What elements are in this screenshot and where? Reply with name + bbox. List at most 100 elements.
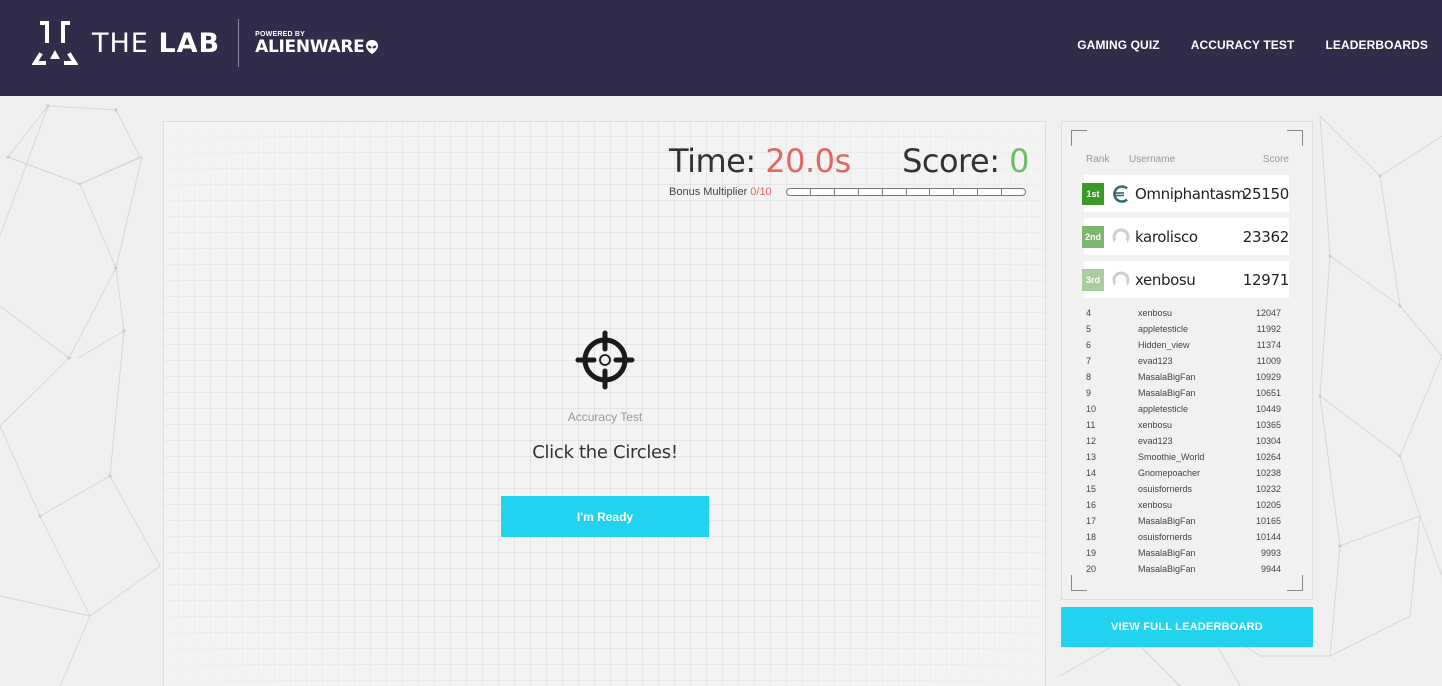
leaderboard-row[interactable]: 18 osuisfornerds 10144 bbox=[1086, 529, 1281, 545]
bonus-segment bbox=[883, 189, 907, 195]
leaderboard-row[interactable]: 6 Hidden_view 11374 bbox=[1086, 337, 1281, 353]
leaderboard-row[interactable]: 11 xenbosu 10365 bbox=[1086, 417, 1281, 433]
leaderboard-top-row[interactable]: 3rd xenbosu 12971 bbox=[1082, 261, 1289, 298]
bonus-progress-bar bbox=[786, 188, 1026, 196]
header-score: Score bbox=[1262, 154, 1289, 165]
score: 10232 bbox=[1255, 484, 1281, 494]
bonus-segment bbox=[859, 189, 883, 195]
im-ready-button[interactable]: I'm Ready bbox=[501, 496, 709, 537]
rank-badge-2nd: 2nd bbox=[1082, 225, 1104, 248]
leaderboard-row[interactable]: 9 MasalaBigFan 10651 bbox=[1086, 385, 1281, 401]
leaderboard-row[interactable]: 13 Smoothie_World 10264 bbox=[1086, 449, 1281, 465]
username: osuisfornerds bbox=[1138, 484, 1193, 494]
rank: 7 bbox=[1086, 356, 1092, 366]
leaderboard-row[interactable]: 15 osuisfornerds 10232 bbox=[1086, 481, 1281, 497]
powered-by-alienware: POWERED BY ALIENWARE bbox=[255, 31, 379, 56]
score: 23362 bbox=[1242, 227, 1290, 246]
main-nav: GAMING QUIZ ACCURACY TEST LEADERBOARDS bbox=[1077, 38, 1428, 52]
username: MasalaBigFan bbox=[1138, 516, 1196, 526]
score: 10144 bbox=[1255, 532, 1281, 542]
score-value: 0 bbox=[1009, 142, 1029, 180]
rank: 6 bbox=[1086, 340, 1092, 350]
username: xenbosu bbox=[1138, 500, 1173, 510]
username: Smoothie_World bbox=[1138, 452, 1205, 462]
game-subtitle: Accuracy Test bbox=[567, 410, 643, 424]
score: 10304 bbox=[1255, 436, 1281, 446]
username: Omniphantasm bbox=[1135, 184, 1246, 203]
rank: 20 bbox=[1086, 564, 1097, 574]
time-label: Time: bbox=[669, 142, 766, 180]
bonus-segment bbox=[954, 189, 979, 195]
header-rank: Rank bbox=[1086, 154, 1110, 165]
score: 25150 bbox=[1242, 184, 1290, 203]
leaderboard-row[interactable]: 19 MasalaBigFan 9993 bbox=[1086, 545, 1281, 561]
score: 11992 bbox=[1256, 324, 1281, 334]
nav-accuracy-test[interactable]: ACCURACY TEST bbox=[1191, 38, 1295, 52]
rank: 17 bbox=[1086, 516, 1097, 526]
rank: 12 bbox=[1086, 436, 1097, 446]
rank: 8 bbox=[1086, 372, 1092, 382]
score-label: Score: bbox=[902, 142, 1010, 180]
leaderboard-top-row[interactable]: 2nd karolisco 23362 bbox=[1082, 218, 1290, 255]
bonus-label: Bonus Multiplier bbox=[669, 186, 748, 198]
brand-logo[interactable]: THE LAB POWERED BY ALIENWARE bbox=[32, 18, 379, 68]
score: 11009 bbox=[1256, 356, 1281, 366]
leaderboard-row[interactable]: 17 MasalaBigFan 10165 bbox=[1086, 513, 1281, 529]
score: 11374 bbox=[1256, 340, 1281, 350]
score-display: Score: 0 bbox=[902, 142, 1029, 180]
score: 10238 bbox=[1255, 468, 1281, 478]
bonus-segment bbox=[835, 189, 859, 195]
bonus-segment bbox=[930, 189, 955, 195]
leaderboard-row[interactable]: 7 evad123 11009 bbox=[1086, 353, 1281, 369]
rank: 19 bbox=[1086, 548, 1097, 558]
username: MasalaBigFan bbox=[1138, 548, 1196, 558]
time-display: Time: 20.0s bbox=[669, 142, 851, 180]
leaderboard-row[interactable]: 4 xenbosu 12047 bbox=[1086, 305, 1281, 321]
leaderboard-row[interactable]: 14 Gnomepoacher 10238 bbox=[1086, 465, 1281, 481]
leaderboard-row[interactable]: 8 MasalaBigFan 10929 bbox=[1086, 369, 1281, 385]
leaderboard-row[interactable]: 12 evad123 10304 bbox=[1086, 433, 1281, 449]
rank: 4 bbox=[1086, 308, 1092, 318]
start-prompt: Accuracy Test Click the Circles! I'm Rea… bbox=[501, 330, 709, 537]
header-username: Username bbox=[1129, 154, 1176, 165]
site-header: THE LAB POWERED BY ALIENWARE GAMING QUIZ… bbox=[0, 0, 1442, 96]
alien-head-icon bbox=[366, 39, 379, 54]
username: karolisco bbox=[1135, 227, 1198, 246]
username: MasalaBigFan bbox=[1138, 564, 1196, 574]
rank: 11 bbox=[1086, 420, 1096, 430]
corner-bracket bbox=[1287, 575, 1303, 591]
username: evad123 bbox=[1138, 356, 1173, 366]
score: 10264 bbox=[1255, 452, 1281, 462]
rank: 14 bbox=[1086, 468, 1097, 478]
crosshair-icon bbox=[575, 330, 635, 390]
username: xenbosu bbox=[1138, 308, 1173, 318]
corner-bracket bbox=[1071, 130, 1087, 146]
game-area[interactable]: Time: 20.0s Score: 0 Bonus Multiplier 0/… bbox=[163, 121, 1046, 686]
brand-name: THE LAB bbox=[92, 27, 221, 59]
rank: 9 bbox=[1086, 388, 1092, 398]
rank-badge-3rd: 3rd bbox=[1082, 268, 1104, 291]
leaderboard-row[interactable]: 16 xenbosu 10205 bbox=[1086, 497, 1281, 513]
rank: 5 bbox=[1086, 324, 1092, 334]
euro-logo-avatar-icon bbox=[1113, 184, 1128, 203]
default-user-avatar-icon bbox=[1112, 271, 1130, 289]
username: appletesticle bbox=[1138, 324, 1189, 334]
bonus-segment bbox=[978, 189, 1003, 195]
game-instructions: Click the Circles! bbox=[532, 442, 678, 463]
score: 9993 bbox=[1260, 548, 1281, 558]
view-full-leaderboard-button[interactable]: VIEW FULL LEADERBOARD bbox=[1061, 607, 1313, 647]
bonus-segment bbox=[787, 189, 811, 195]
rank: 15 bbox=[1086, 484, 1097, 494]
username: Hidden_view bbox=[1138, 340, 1190, 350]
leaderboard-row[interactable]: 5 appletesticle 11992 bbox=[1086, 321, 1281, 337]
leaderboard-row[interactable]: 10 appletesticle 10449 bbox=[1086, 401, 1281, 417]
leaderboard-row[interactable]: 20 MasalaBigFan 9944 bbox=[1086, 561, 1281, 577]
nav-leaderboards[interactable]: LEADERBOARDS bbox=[1325, 38, 1428, 52]
score: 10651 bbox=[1255, 388, 1281, 398]
username: appletesticle bbox=[1138, 404, 1189, 414]
username: xenbosu bbox=[1138, 420, 1173, 430]
leaderboard-top-row[interactable]: 1st Omniphantasm 25150 bbox=[1082, 175, 1290, 212]
rank: 18 bbox=[1086, 532, 1097, 542]
bonus-segment bbox=[907, 189, 931, 195]
nav-gaming-quiz[interactable]: GAMING QUIZ bbox=[1077, 38, 1159, 52]
